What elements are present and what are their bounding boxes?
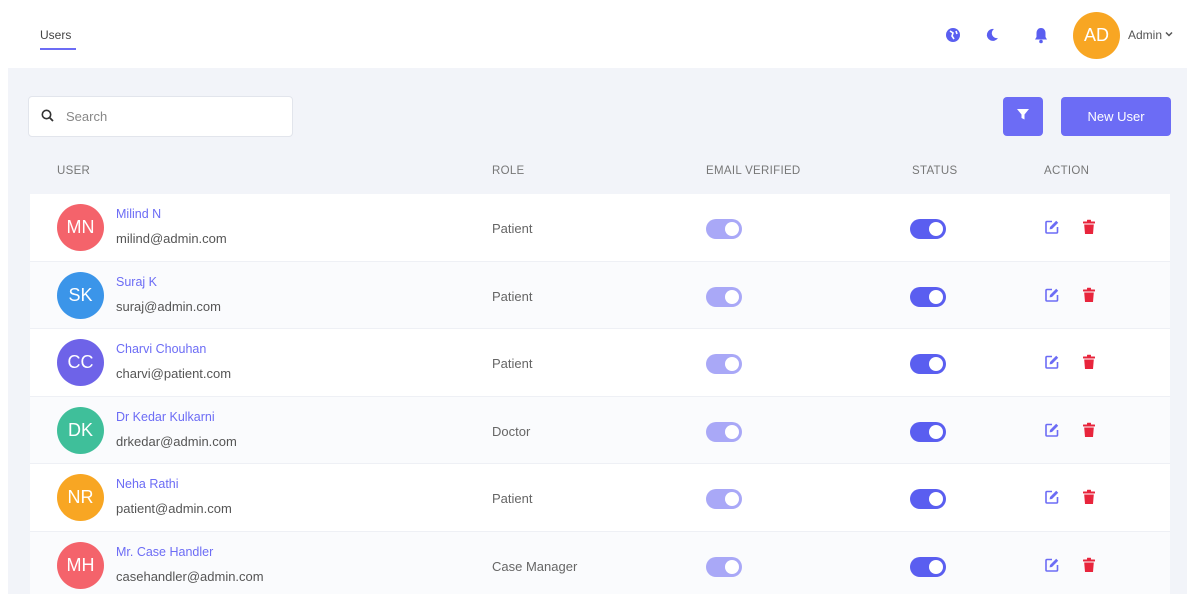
delete-icon[interactable] — [1080, 488, 1098, 506]
user-name-link[interactable]: Neha Rathi — [116, 477, 179, 491]
chevron-down-icon — [1164, 28, 1174, 42]
status-toggle[interactable] — [910, 421, 946, 442]
edit-icon[interactable] — [1043, 218, 1061, 236]
users-table: USER ROLE EMAIL VERIFIED STATUS ACTION M… — [30, 150, 1170, 594]
user-menu[interactable]: Admin — [1128, 28, 1174, 42]
user-role: Case Manager — [492, 558, 578, 574]
status-toggle[interactable] — [910, 489, 946, 509]
delete-icon[interactable] — [1080, 556, 1098, 574]
avatar: MN — [57, 204, 104, 251]
toggle-knob — [725, 289, 739, 304]
user-role: Patient — [492, 288, 533, 304]
table-body: MN Milind N milind@admin.com Patient SK Suraj… — [30, 194, 1170, 594]
email-verified-toggle[interactable] — [706, 489, 742, 509]
top-header: Users AD Admin — [0, 0, 1187, 68]
status-toggle[interactable] — [910, 219, 946, 239]
filter-button[interactable] — [1003, 97, 1043, 136]
tab-active-indicator — [40, 48, 76, 50]
table-row: NR Neha Rathi patient@admin.com Patient — [30, 464, 1170, 532]
avatar: MH — [57, 541, 104, 589]
column-header-user: USER — [57, 165, 91, 177]
avatar: CC — [57, 339, 104, 386]
edit-icon[interactable] — [1043, 488, 1061, 506]
table-row: MN Milind N milind@admin.com Patient — [30, 194, 1170, 262]
toggle-knob — [725, 357, 739, 371]
user-email: drkedar@admin.com — [116, 433, 237, 449]
toggle-knob — [929, 357, 943, 371]
avatar: NR — [57, 474, 104, 521]
table-header: USER ROLE EMAIL VERIFIED STATUS ACTION — [30, 150, 1170, 194]
toggle-knob — [725, 222, 739, 236]
delete-icon[interactable] — [1080, 353, 1098, 371]
user-email: suraj@admin.com — [116, 298, 221, 314]
moon-icon[interactable] — [983, 26, 1001, 44]
user-name-link[interactable]: Suraj K — [116, 275, 157, 289]
globe-icon[interactable] — [944, 26, 962, 44]
bell-icon[interactable] — [1032, 26, 1050, 44]
table-row: SK Suraj K suraj@admin.com Patient — [30, 261, 1170, 329]
toggle-knob — [929, 559, 943, 574]
status-toggle[interactable] — [910, 286, 946, 307]
user-email: casehandler@admin.com — [116, 568, 264, 584]
user-role: Doctor — [492, 423, 531, 439]
toggle-knob — [929, 492, 943, 506]
search-box[interactable] — [28, 96, 293, 137]
new-user-button[interactable]: New User — [1061, 97, 1171, 136]
status-toggle[interactable] — [910, 354, 946, 374]
edit-icon[interactable] — [1043, 556, 1061, 574]
email-verified-toggle[interactable] — [706, 219, 742, 239]
table-row: MH Mr. Case Handler casehandler@admin.com C… — [30, 531, 1170, 594]
toggle-knob — [725, 492, 739, 506]
toggle-knob — [725, 559, 739, 574]
email-verified-toggle[interactable] — [706, 354, 742, 374]
email-verified-toggle[interactable] — [706, 286, 742, 307]
search-icon — [41, 109, 54, 125]
delete-icon[interactable] — [1080, 218, 1098, 236]
column-header-action: ACTION — [1044, 165, 1090, 177]
toggle-knob — [929, 289, 943, 304]
toggle-knob — [929, 424, 943, 439]
avatar[interactable]: AD — [1073, 12, 1120, 59]
user-name: Admin — [1128, 28, 1163, 42]
column-header-role: ROLE — [492, 165, 525, 177]
user-email: milind@admin.com — [116, 231, 227, 246]
edit-icon[interactable] — [1043, 286, 1061, 304]
table-row: CC Charvi Chouhan charvi@patient.com Patien… — [30, 329, 1170, 397]
avatar: SK — [57, 271, 104, 319]
filter-icon — [1016, 107, 1030, 126]
search-input[interactable] — [66, 109, 266, 124]
delete-icon[interactable] — [1080, 286, 1098, 304]
tab-users[interactable]: Users — [40, 28, 71, 42]
user-name-link[interactable]: Milind N — [116, 207, 161, 221]
user-email: charvi@patient.com — [116, 366, 232, 381]
column-header-email-verified: EMAIL VERIFIED — [706, 165, 801, 177]
avatar: DK — [57, 406, 104, 454]
user-email: patient@admin.com — [116, 501, 232, 516]
user-role: Patient — [492, 356, 533, 371]
user-name-link[interactable]: Mr. Case Handler — [116, 545, 213, 559]
user-name-link[interactable]: Charvi Chouhan — [116, 342, 206, 356]
email-verified-toggle[interactable] — [706, 556, 742, 577]
column-header-status: STATUS — [912, 165, 958, 177]
edit-icon[interactable] — [1043, 353, 1061, 371]
status-toggle[interactable] — [910, 556, 946, 577]
user-name-link[interactable]: Dr Kedar Kulkarni — [116, 410, 215, 424]
toggle-knob — [929, 222, 943, 236]
edit-icon[interactable] — [1043, 421, 1061, 439]
email-verified-toggle[interactable] — [706, 421, 742, 442]
user-role: Patient — [492, 221, 533, 236]
table-row: DK Dr Kedar Kulkarni drkedar@admin.com Doct… — [30, 396, 1170, 464]
user-role: Patient — [492, 491, 533, 506]
delete-icon[interactable] — [1080, 421, 1098, 439]
toggle-knob — [725, 424, 739, 439]
